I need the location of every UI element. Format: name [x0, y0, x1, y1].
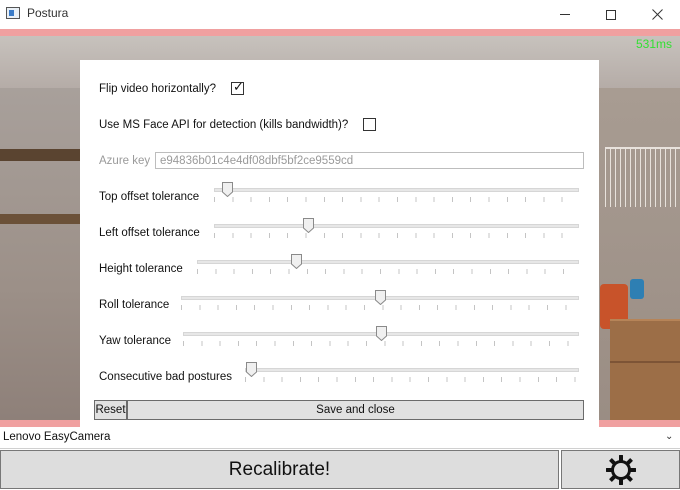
slider-label-yaw: Yaw tolerance [99, 335, 172, 347]
recalibrate-button[interactable]: Recalibrate! [0, 450, 559, 489]
slider-label-left-offset: Left offset tolerance [99, 227, 200, 239]
slider-track [214, 188, 579, 192]
minimize-icon [560, 14, 570, 15]
slider-ticks [214, 233, 579, 238]
slider-track [197, 260, 579, 264]
feed-shelf [0, 149, 80, 161]
slider-ticks [214, 197, 579, 202]
feed-left-wall [0, 88, 80, 420]
feed-shelf-lower [0, 214, 80, 224]
minimize-button[interactable] [542, 0, 588, 29]
settings-panel: Flip video horizontally? ✓ Use MS Face A… [80, 60, 599, 427]
maximize-button[interactable] [588, 0, 634, 29]
save-and-close-button[interactable]: Save and close [127, 400, 584, 420]
slider-thumb[interactable] [222, 182, 234, 197]
flip-video-label: Flip video horizontally? [99, 83, 216, 95]
checkmark-icon: ✓ [233, 80, 244, 95]
slider-top-offset[interactable] [214, 182, 579, 203]
slider-left-offset[interactable] [214, 218, 579, 239]
flip-video-checkbox[interactable]: ✓ [231, 80, 244, 95]
chevron-down-icon: ⌄ [665, 431, 674, 442]
slider-height[interactable] [197, 254, 579, 275]
azure-key-input[interactable] [155, 152, 584, 169]
slider-consecutive-bad[interactable] [245, 362, 579, 383]
slider-ticks [245, 377, 579, 382]
reset-button[interactable]: Reset [94, 400, 127, 420]
posture-indicator-top [0, 29, 680, 36]
window-title: Postura [27, 6, 69, 20]
slider-track [245, 368, 579, 372]
feed-cabinet [610, 319, 680, 420]
latency-readout: 531ms [636, 37, 673, 51]
slider-ticks [183, 341, 579, 346]
slider-roll[interactable] [181, 290, 579, 311]
maximize-icon [606, 9, 616, 20]
gear-icon [605, 454, 636, 485]
camera-select-value: Lenovo EasyCamera [3, 431, 111, 443]
slider-thumb[interactable] [376, 326, 387, 341]
feed-wire-rack [605, 147, 680, 207]
close-button[interactable] [634, 0, 680, 29]
feed-blue-bottle [630, 279, 644, 299]
slider-yaw[interactable] [183, 326, 579, 347]
slider-ticks [197, 269, 579, 274]
settings-button[interactable] [561, 450, 680, 489]
slider-track [214, 224, 579, 228]
azure-key-label: Azure key [99, 155, 151, 167]
slider-ticks [181, 305, 579, 310]
app-icon [6, 7, 20, 19]
slider-label-top-offset: Top offset tolerance [99, 191, 200, 203]
slider-label-height: Height tolerance [99, 263, 183, 275]
face-api-checkbox[interactable] [363, 118, 376, 131]
camera-select[interactable]: Lenovo EasyCamera ⌄ [0, 427, 680, 449]
slider-thumb[interactable] [375, 290, 386, 305]
slider-thumb[interactable] [246, 362, 257, 377]
slider-thumb[interactable] [290, 254, 302, 269]
slider-thumb[interactable] [303, 218, 315, 233]
title-bar: Postura [0, 0, 680, 29]
slider-label-roll: Roll tolerance [99, 299, 170, 311]
close-icon [651, 9, 663, 20]
slider-label-consecutive-bad: Consecutive bad postures [99, 371, 232, 383]
face-api-label: Use MS Face API for detection (kills ban… [99, 119, 349, 131]
bottom-bar: Recalibrate! [0, 449, 680, 490]
